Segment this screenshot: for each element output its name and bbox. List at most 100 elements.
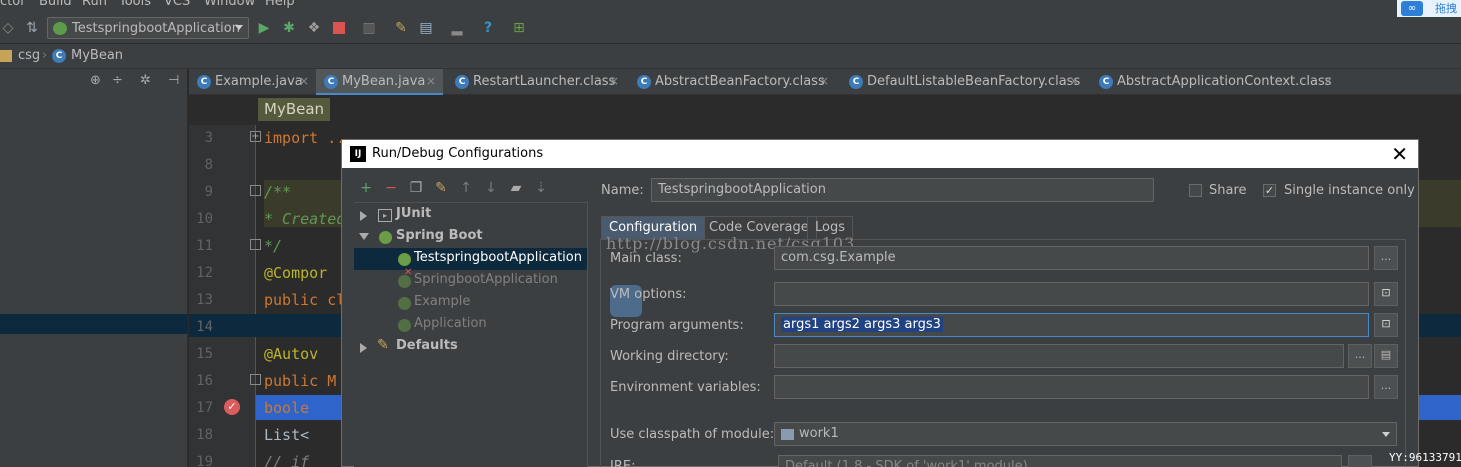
edit-defaults-icon[interactable]: ✎ xyxy=(433,180,449,196)
add-icon[interactable]: + xyxy=(358,180,374,196)
code-line: @Compor xyxy=(264,264,328,282)
tab-restartlauncher-class[interactable]: C RestartLauncher.class × xyxy=(447,69,623,95)
name-input[interactable]: TestspringbootApplication xyxy=(651,178,1154,202)
menu-vcs[interactable]: VCS xyxy=(164,0,190,9)
sdk-manager-icon[interactable]: ▂ xyxy=(449,20,465,36)
close-icon[interactable]: ✕ xyxy=(1391,142,1408,166)
classpath-select[interactable]: work1 xyxy=(774,422,1397,446)
line-number: 18 xyxy=(196,427,213,443)
tree-item-defaults[interactable]: Defaults xyxy=(396,338,458,353)
structure-icon[interactable]: ▤ xyxy=(418,20,434,36)
fold-icon[interactable] xyxy=(250,239,261,250)
tab-example-java[interactable]: C Example.java × xyxy=(189,69,313,95)
sdk-icon[interactable]: ✎ xyxy=(393,20,409,36)
build-icon[interactable]: ⇅ xyxy=(24,20,40,36)
menu-build[interactable]: Build xyxy=(39,0,72,9)
main-class-input[interactable]: com.csg.Example xyxy=(774,246,1369,270)
tab-abstractbeanfactory-class[interactable]: C AbstractBeanFactory.class × xyxy=(629,69,837,95)
breadcrumb-package[interactable]: csg xyxy=(18,48,40,63)
environment-variables-label: Environment variables: xyxy=(610,380,761,395)
program-arguments-input[interactable]: args1 args2 args3 args3 xyxy=(774,313,1369,337)
close-icon[interactable]: × xyxy=(1323,74,1333,88)
environment-variables-input[interactable] xyxy=(774,375,1369,399)
code-line: /** xyxy=(264,183,292,201)
line-number: 12 xyxy=(196,265,213,281)
dump-icon[interactable]: ▥ xyxy=(361,20,377,36)
move-up-icon[interactable]: ↑ xyxy=(458,180,474,196)
error-icon: ✕ xyxy=(404,267,413,278)
remove-icon[interactable]: − xyxy=(383,180,399,196)
tree-item-spring-boot[interactable]: Spring Boot xyxy=(396,228,483,243)
menu-help[interactable]: Help xyxy=(265,0,295,9)
help-icon[interactable]: ? xyxy=(480,20,496,36)
class-icon: C xyxy=(197,75,211,89)
menu-window[interactable]: Window xyxy=(204,0,255,9)
close-icon[interactable]: × xyxy=(609,74,619,88)
target-icon[interactable]: ⊕ xyxy=(90,73,101,88)
expand-icon[interactable] xyxy=(360,343,367,353)
baidu-widget[interactable]: ∞ 拖拽 xyxy=(1397,0,1461,17)
fold-icon[interactable] xyxy=(250,185,261,196)
browse-button[interactable]: ... xyxy=(1348,455,1372,467)
tree-item-junit[interactable]: JUnit xyxy=(396,206,431,221)
browse-button[interactable]: ... xyxy=(1374,375,1398,399)
tree-item-config[interactable]: SpringbootApplication xyxy=(414,272,558,287)
folder-icon[interactable]: ▰ xyxy=(508,180,524,196)
close-icon[interactable]: × xyxy=(1069,74,1079,88)
tree-item-config[interactable]: Example xyxy=(414,294,470,309)
vm-options-input[interactable] xyxy=(774,282,1369,306)
browse-button[interactable]: ... xyxy=(1374,246,1398,270)
code-line: * Created xyxy=(264,210,346,228)
main-class-label: Main class: xyxy=(610,251,682,266)
collapse-icon[interactable] xyxy=(359,233,369,240)
tree-item-config[interactable]: TestspringbootApplication xyxy=(414,250,582,265)
collapse-icon[interactable]: ÷ xyxy=(112,73,123,88)
close-icon[interactable]: × xyxy=(819,74,829,88)
tab-abstractapplicationcontext-class[interactable]: C AbstractApplicationContext.class × xyxy=(1091,69,1341,95)
close-icon[interactable]: × xyxy=(299,74,309,88)
expand-icon[interactable] xyxy=(360,211,367,221)
run-config-dropdown[interactable]: TestspringbootApplication xyxy=(47,17,249,39)
sync-icon[interactable]: ⊞ xyxy=(511,20,527,36)
module-icon xyxy=(781,429,794,440)
fold-icon[interactable] xyxy=(250,374,261,385)
menu-refactor[interactable]: ctor xyxy=(0,0,26,9)
selected-tree-row[interactable] xyxy=(0,314,188,334)
line-number: 11 xyxy=(196,238,213,254)
expand-field-icon[interactable]: ⊡ xyxy=(1374,282,1398,306)
run-icon[interactable]: ▶ xyxy=(256,20,272,36)
share-checkbox[interactable] xyxy=(1189,184,1202,197)
editor-tabs: C Example.java × C MyBean.java × C Resta… xyxy=(189,69,1461,95)
macro-icon[interactable]: ▤ xyxy=(1374,344,1398,368)
working-directory-input[interactable] xyxy=(774,344,1344,368)
debug-icon[interactable]: ✱ xyxy=(281,20,297,36)
hide-icon[interactable]: ⊣ xyxy=(168,73,179,88)
breadcrumb-class[interactable]: MyBean xyxy=(71,48,123,63)
expand-field-icon[interactable]: ⊡ xyxy=(1374,313,1398,337)
coverage-icon[interactable]: ❖ xyxy=(306,20,322,36)
spring-boot-icon xyxy=(379,231,392,244)
name-label: Name: xyxy=(601,183,644,198)
class-icon: C xyxy=(52,49,66,63)
sort-icon[interactable]: ⇣ xyxy=(533,180,549,196)
menu-tools[interactable]: Tools xyxy=(119,0,151,9)
line-number: 17 xyxy=(196,400,213,416)
tab-mybean-java[interactable]: C MyBean.java × xyxy=(316,69,443,95)
copy-icon[interactable]: ❐ xyxy=(408,180,424,196)
single-instance-checkbox[interactable]: ✓ xyxy=(1263,184,1276,197)
back-icon[interactable]: ◇ xyxy=(0,20,16,36)
image-id-watermark: YY:96133791 xyxy=(1389,451,1461,464)
menu-run[interactable]: Run xyxy=(82,0,107,9)
browse-button[interactable]: ... xyxy=(1348,344,1372,368)
jre-select[interactable]: Default (1.8 - SDK of 'work1' module) xyxy=(778,455,1342,467)
move-down-icon[interactable]: ↓ xyxy=(483,180,499,196)
spring-boot-icon xyxy=(398,297,411,310)
gear-icon[interactable]: ✲ xyxy=(140,73,151,88)
code-line: @Autov xyxy=(264,345,319,363)
close-icon[interactable]: × xyxy=(426,74,436,88)
stop-icon[interactable] xyxy=(331,20,347,36)
tab-defaultlistablebeanfactory-class[interactable]: C DefaultListableBeanFactory.class × xyxy=(841,69,1086,95)
fold-icon[interactable]: + xyxy=(250,131,261,142)
tree-item-config[interactable]: Application xyxy=(414,316,487,331)
breakpoint-icon[interactable]: ✓ xyxy=(224,399,240,415)
